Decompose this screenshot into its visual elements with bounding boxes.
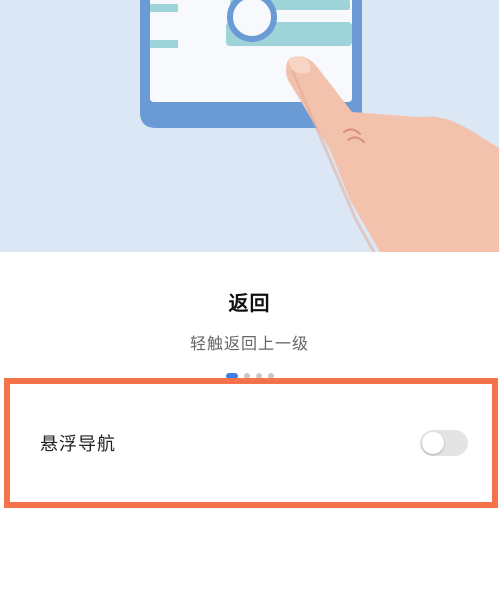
floating-navigation-toggle[interactable] [420,430,468,456]
guide-subtitle: 轻触返回上一级 [189,334,309,353]
floating-navigation-label: 悬浮导航 [40,434,116,455]
toggle-knob [422,432,444,454]
guide-title: 返回 [228,291,271,315]
gesture-guide-screen: 返回 轻触返回上一级 悬浮导航 [0,0,499,602]
tap-back-illustration [0,0,499,252]
highlight-frame: 悬浮导航 [4,378,498,508]
floating-navigation-row[interactable]: 悬浮导航 [16,390,486,496]
